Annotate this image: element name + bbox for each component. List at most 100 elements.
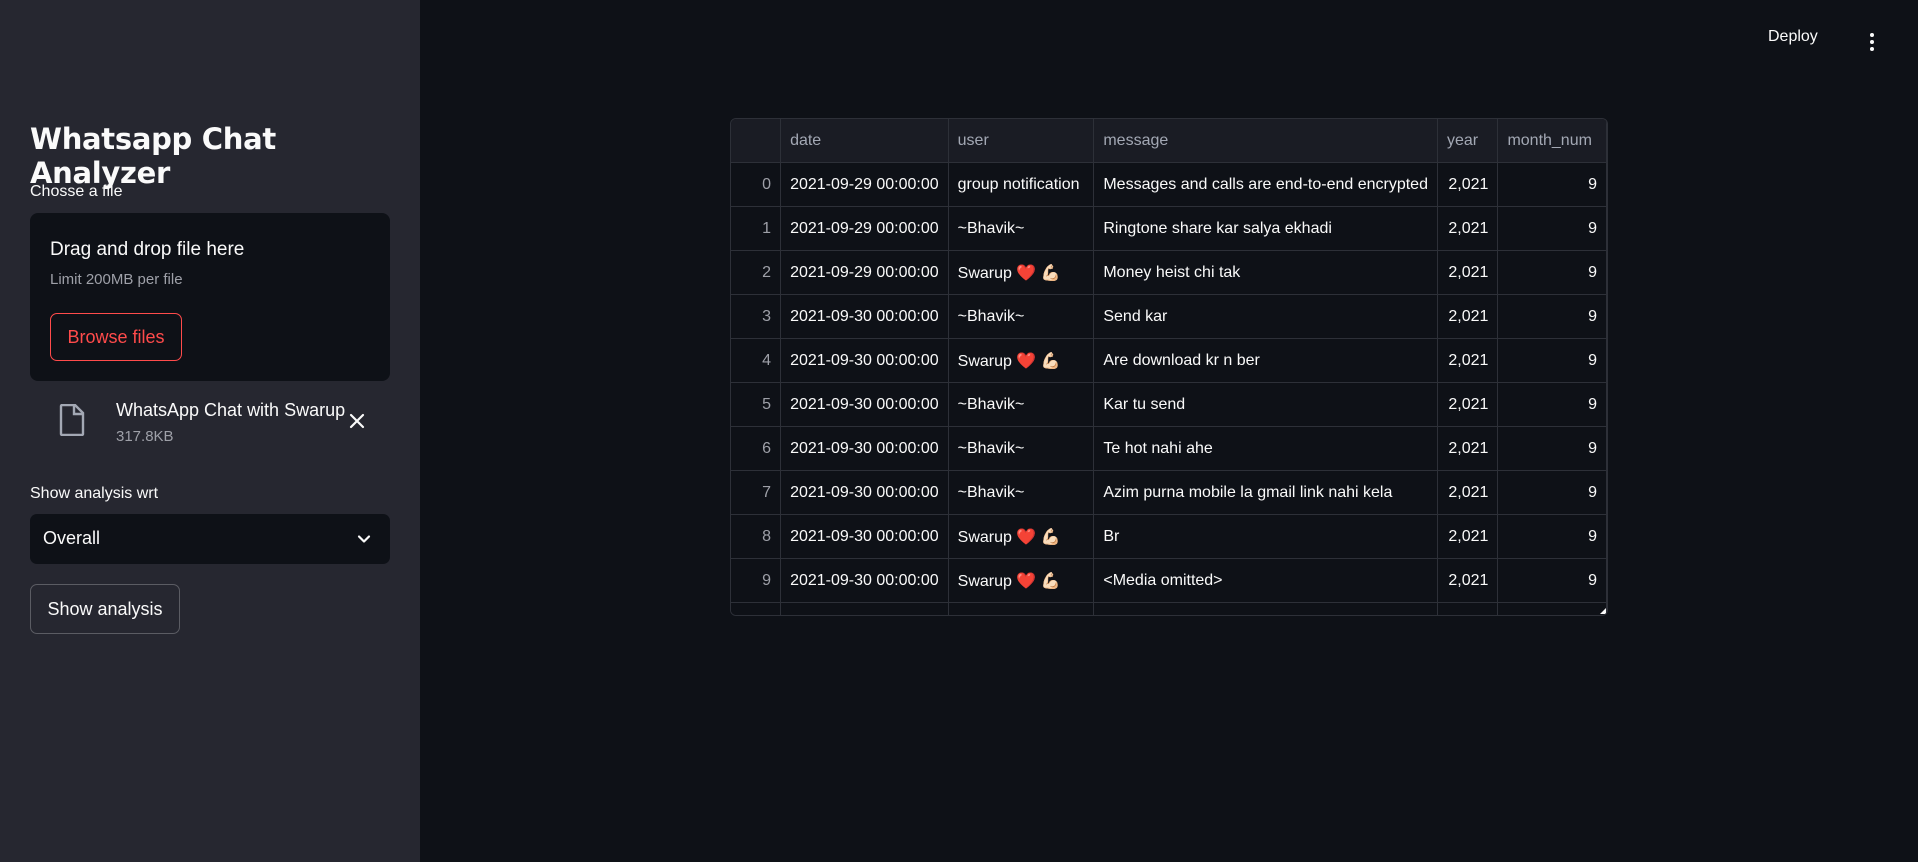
- cell-user[interactable]: Swarup ❤️ 💪🏻: [948, 558, 1095, 603]
- cell-year[interactable]: 2,021: [1437, 338, 1499, 383]
- cell-date[interactable]: 2021-09-29 00:00:00: [780, 250, 949, 295]
- cell-year[interactable]: 2,021: [1437, 382, 1499, 427]
- column-header-index[interactable]: [731, 119, 782, 163]
- cell-message[interactable]: Money heist chi tak: [1093, 250, 1438, 295]
- cell-month-num[interactable]: 9: [1497, 602, 1607, 615]
- cell-message[interactable]: Kar tu send: [1093, 382, 1438, 427]
- row-index[interactable]: 5: [731, 382, 782, 427]
- browse-files-button[interactable]: Browse files: [50, 313, 182, 361]
- cell-message[interactable]: <Media omitted>: [1093, 602, 1438, 615]
- table-row[interactable]: 5 2021-09-30 00:00:00 ~Bhavik~ Kar tu send 2…: [731, 382, 1607, 427]
- cell-date[interactable]: 2021-09-30 00:00:00: [780, 558, 949, 603]
- uploaded-file-name: WhatsApp Chat with Swarup: [116, 400, 346, 420]
- cell-user[interactable]: ~Bhavik~: [948, 206, 1095, 251]
- table-row[interactable]: 7 2021-09-30 00:00:00 ~Bhavik~ Azim purna m…: [731, 470, 1607, 515]
- chevron-down-icon: [357, 535, 371, 543]
- cell-date[interactable]: 2021-09-30 00:00:00: [780, 514, 949, 559]
- cell-user[interactable]: group notification: [948, 162, 1095, 207]
- cell-year[interactable]: 2,021: [1437, 206, 1499, 251]
- cell-month-num[interactable]: 9: [1497, 470, 1607, 515]
- cell-user[interactable]: ~Bhavik~: [948, 382, 1095, 427]
- table-row[interactable]: 2 2021-09-29 00:00:00 Swarup ❤️ 💪🏻 Money he…: [731, 250, 1607, 295]
- cell-user[interactable]: ~Bhavik~: [948, 426, 1095, 471]
- cell-month-num[interactable]: 9: [1497, 558, 1607, 603]
- cell-date[interactable]: 2021-09-30 00:00:00: [780, 470, 949, 515]
- cell-user[interactable]: Swarup ❤️ 💪🏻: [948, 250, 1095, 295]
- file-icon: [59, 404, 85, 436]
- cell-month-num[interactable]: 9: [1497, 426, 1607, 471]
- cell-month-num[interactable]: 9: [1497, 294, 1607, 339]
- cell-month-num[interactable]: 9: [1497, 382, 1607, 427]
- cell-year[interactable]: 2,021: [1437, 426, 1499, 471]
- cell-user[interactable]: ~Bhavik~: [948, 470, 1095, 515]
- column-header-date[interactable]: date: [780, 119, 949, 163]
- cell-year[interactable]: 2,021: [1437, 250, 1499, 295]
- cell-year[interactable]: 2,021: [1437, 514, 1499, 559]
- cell-year[interactable]: 2,021: [1437, 558, 1499, 603]
- table-row[interactable]: 6 2021-09-30 00:00:00 ~Bhavik~ Te hot nahi …: [731, 426, 1607, 471]
- row-index[interactable]: 3: [731, 294, 782, 339]
- cell-message[interactable]: Messages and calls are end-to-end encryp…: [1093, 162, 1438, 207]
- cell-user[interactable]: Swarup ❤️ 💪🏻: [948, 602, 1095, 615]
- row-index[interactable]: 7: [731, 470, 782, 515]
- deploy-button[interactable]: Deploy: [1768, 28, 1818, 46]
- cell-year[interactable]: 2,021: [1437, 470, 1499, 515]
- cell-month-num[interactable]: 9: [1497, 206, 1607, 251]
- cell-user[interactable]: Swarup ❤️ 💪🏻: [948, 514, 1095, 559]
- cell-message[interactable]: Te hot nahi ahe: [1093, 426, 1438, 471]
- column-header-year[interactable]: year: [1437, 119, 1499, 163]
- cell-date[interactable]: 2021-09-30 00:00:00: [780, 294, 949, 339]
- more-vertical-icon[interactable]: [1864, 30, 1880, 54]
- row-index[interactable]: 4: [731, 338, 782, 383]
- cell-month-num[interactable]: 9: [1497, 338, 1607, 383]
- cell-user[interactable]: Swarup ❤️ 💪🏻: [948, 338, 1095, 383]
- show-analysis-button[interactable]: Show analysis: [30, 584, 180, 634]
- file-dropzone[interactable]: Drag and drop file here Limit 200MB per …: [30, 213, 390, 381]
- row-index[interactable]: 2: [731, 250, 782, 295]
- cell-user[interactable]: ~Bhavik~: [948, 294, 1095, 339]
- cell-date[interactable]: 2021-09-29 00:00:00: [780, 206, 949, 251]
- cell-date[interactable]: 2021-09-30 00:00:00: [780, 426, 949, 471]
- cell-year[interactable]: 2,021: [1437, 602, 1499, 615]
- cell-year[interactable]: 2,021: [1437, 294, 1499, 339]
- cell-message[interactable]: <Media omitted>: [1093, 558, 1438, 603]
- user-select[interactable]: Overall: [30, 514, 390, 564]
- resize-handle[interactable]: [1600, 608, 1606, 614]
- table-row[interactable]: 8 2021-09-30 00:00:00 Swarup ❤️ 💪🏻 Br 2,021 9: [731, 514, 1607, 559]
- cell-message[interactable]: Azim purna mobile la gmail link nahi kel…: [1093, 470, 1438, 515]
- table-row[interactable]: 3 2021-09-30 00:00:00 ~Bhavik~ Send kar 2,02…: [731, 294, 1607, 339]
- sidebar: Whatsapp Chat Analyzer Chosse a file Dra…: [0, 0, 420, 862]
- app-title: Whatsapp Chat Analyzer: [30, 122, 276, 190]
- cell-date[interactable]: 2021-09-30 00:00:00: [780, 338, 949, 383]
- row-index[interactable]: 10: [731, 602, 782, 615]
- column-header-user[interactable]: user: [948, 119, 1095, 163]
- data-table: date user message year month_num 0 2021-09-29…: [731, 119, 1607, 615]
- table-row[interactable]: 9 2021-09-30 00:00:00 Swarup ❤️ 💪🏻 <Media o…: [731, 558, 1607, 603]
- uploaded-file-size: 317.8KB: [116, 428, 174, 445]
- table-row[interactable]: 4 2021-09-30 00:00:00 Swarup ❤️ 💪🏻 Are down…: [731, 338, 1607, 383]
- cell-message[interactable]: Are download kr n ber: [1093, 338, 1438, 383]
- cell-date[interactable]: 2021-09-30 00:00:00: [780, 382, 949, 427]
- dropzone-title: Drag and drop file here: [50, 239, 245, 260]
- cell-message[interactable]: Ringtone share kar salya ekhadi: [1093, 206, 1438, 251]
- cell-month-num[interactable]: 9: [1497, 514, 1607, 559]
- table-row[interactable]: 102021-09-30 00:00:00Swarup ❤️ 💪🏻<Media …: [731, 602, 1607, 615]
- row-index[interactable]: 1: [731, 206, 782, 251]
- row-index[interactable]: 9: [731, 558, 782, 603]
- close-icon[interactable]: [346, 410, 368, 432]
- row-index[interactable]: 8: [731, 514, 782, 559]
- table-row[interactable]: 1 2021-09-29 00:00:00 ~Bhavik~ Ringtone sha…: [731, 206, 1607, 251]
- column-header-message[interactable]: message: [1093, 119, 1438, 163]
- row-index[interactable]: 6: [731, 426, 782, 471]
- table-row[interactable]: 0 2021-09-29 00:00:00 group notification Me…: [731, 162, 1607, 207]
- column-header-month-num[interactable]: month_num: [1497, 119, 1607, 163]
- cell-month-num[interactable]: 9: [1497, 162, 1607, 207]
- cell-year[interactable]: 2,021: [1437, 162, 1499, 207]
- row-index[interactable]: 0: [731, 162, 782, 207]
- cell-month-num[interactable]: 9: [1497, 250, 1607, 295]
- dataframe[interactable]: date user message year month_num 0 2021-09-29…: [730, 118, 1608, 616]
- cell-message[interactable]: Br: [1093, 514, 1438, 559]
- cell-message[interactable]: Send kar: [1093, 294, 1438, 339]
- cell-date[interactable]: 2021-09-30 00:00:00: [780, 602, 949, 615]
- cell-date[interactable]: 2021-09-29 00:00:00: [780, 162, 949, 207]
